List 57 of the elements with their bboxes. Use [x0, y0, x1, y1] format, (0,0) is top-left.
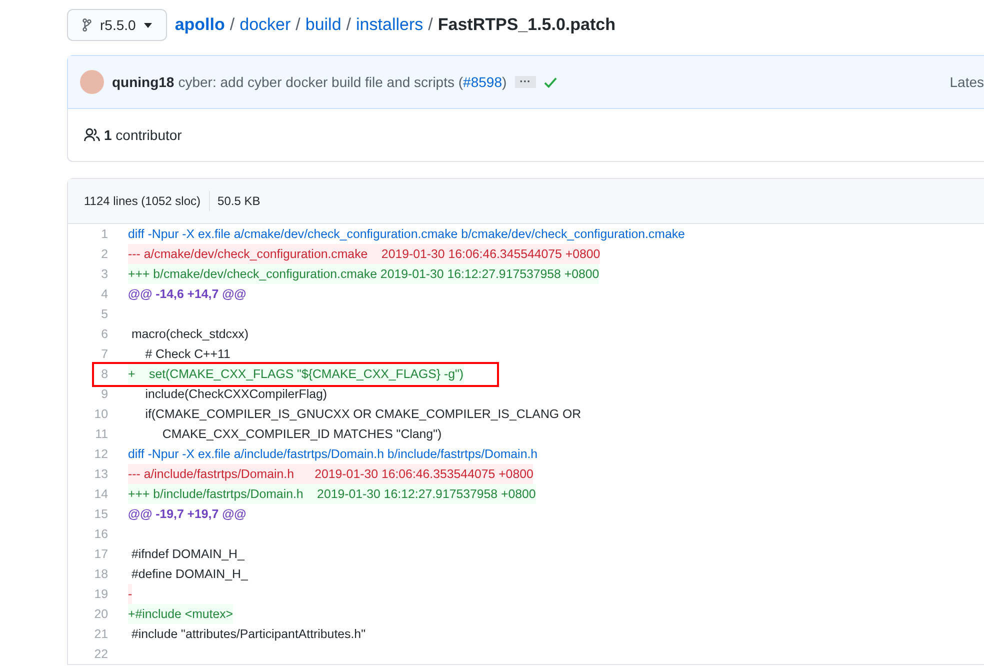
people-icon	[84, 128, 100, 142]
code-line: #include "attributes/ParticipantAttributes.h"	[130, 626, 366, 643]
line-number[interactable]: 19	[68, 584, 108, 604]
code-line: CMAKE_CXX_COMPILER_ID MATCHES "Clang")	[161, 426, 442, 443]
line-number[interactable]: 8	[68, 364, 108, 384]
line-number[interactable]: 5	[68, 304, 108, 324]
line-number[interactable]: 9	[68, 384, 108, 404]
code-line: #ifndef DOMAIN_H_	[130, 546, 244, 563]
commit-message: cyber: add cyber docker build file and scripts (#8598)	[178, 72, 507, 92]
line-number[interactable]: 18	[68, 564, 108, 584]
pull-request-link[interactable]: #8598	[463, 74, 502, 90]
avatar[interactable]	[80, 70, 104, 94]
code-line: diff -Npur -X ex.file a/include/fastrtps/Domain.h b/include/fastrtps/Domain.h	[128, 446, 538, 463]
breadcrumb-link[interactable]: apollo	[174, 12, 225, 38]
code-line: # Check C++11	[144, 346, 230, 363]
code-line: include(CheckCXXCompilerFlag)	[144, 386, 328, 403]
contributors-link[interactable]: 1 contributor	[104, 124, 182, 146]
latest-commit-label: Lates	[950, 72, 984, 92]
line-number[interactable]: 14	[68, 484, 108, 504]
commit-author[interactable]: quning18	[112, 72, 174, 92]
code-line: diff -Npur -X ex.file a/cmake/dev/check_configuration.cmake b/cmake/dev/check_configuration.cmake	[128, 226, 685, 243]
line-number[interactable]: 7	[68, 344, 108, 364]
line-number[interactable]: 4	[68, 284, 108, 304]
line-number[interactable]: 11	[68, 424, 108, 444]
line-number[interactable]: 15	[68, 504, 108, 524]
line-number[interactable]: 22	[68, 644, 108, 664]
line-number[interactable]: 6	[68, 324, 108, 344]
line-number[interactable]: 10	[68, 404, 108, 424]
line-number[interactable]: 20	[68, 604, 108, 624]
breadcrumb-separator: /	[230, 14, 235, 36]
breadcrumb-link[interactable]: docker	[240, 12, 291, 38]
file-size: 50.5 KB	[218, 193, 260, 210]
code-line: #define DOMAIN_H_	[130, 566, 248, 583]
expand-button[interactable]: ···	[514, 76, 536, 88]
line-number[interactable]: 13	[68, 464, 108, 484]
line-count: 1124 lines (1052 sloc)	[84, 193, 201, 210]
line-number[interactable]: 2	[68, 244, 108, 264]
code-line: @@ -14,6 +14,7 @@	[128, 286, 246, 303]
code-line: if(CMAKE_COMPILER_IS_GNUCXX OR CMAKE_COMPILER_IS_CLANG OR	[144, 406, 582, 423]
branch-button[interactable]: r5.5.0	[67, 9, 167, 41]
line-number[interactable]: 1	[68, 224, 108, 244]
breadcrumb-separator: /	[296, 14, 300, 36]
line-number[interactable]: 17	[68, 544, 108, 564]
breadcrumb-link[interactable]: installers	[356, 12, 424, 38]
line-number[interactable]: 16	[68, 524, 108, 544]
breadcrumb-link[interactable]: build	[305, 12, 342, 38]
line-number[interactable]: 12	[68, 444, 108, 464]
code-line: @@ -19,7 +19,7 @@	[128, 506, 246, 523]
caret-icon	[144, 22, 152, 28]
line-number[interactable]: 21	[68, 624, 108, 644]
check-icon[interactable]	[544, 76, 557, 88]
branch-icon	[82, 18, 92, 32]
breadcrumb-separator: /	[346, 14, 352, 36]
file-name: FastRTPS_1.5.0.patch	[438, 14, 616, 36]
breadcrumb-separator: /	[428, 14, 433, 36]
code-line: macro(check_stdcxx)	[130, 326, 248, 343]
line-number[interactable]: 3	[68, 264, 108, 284]
